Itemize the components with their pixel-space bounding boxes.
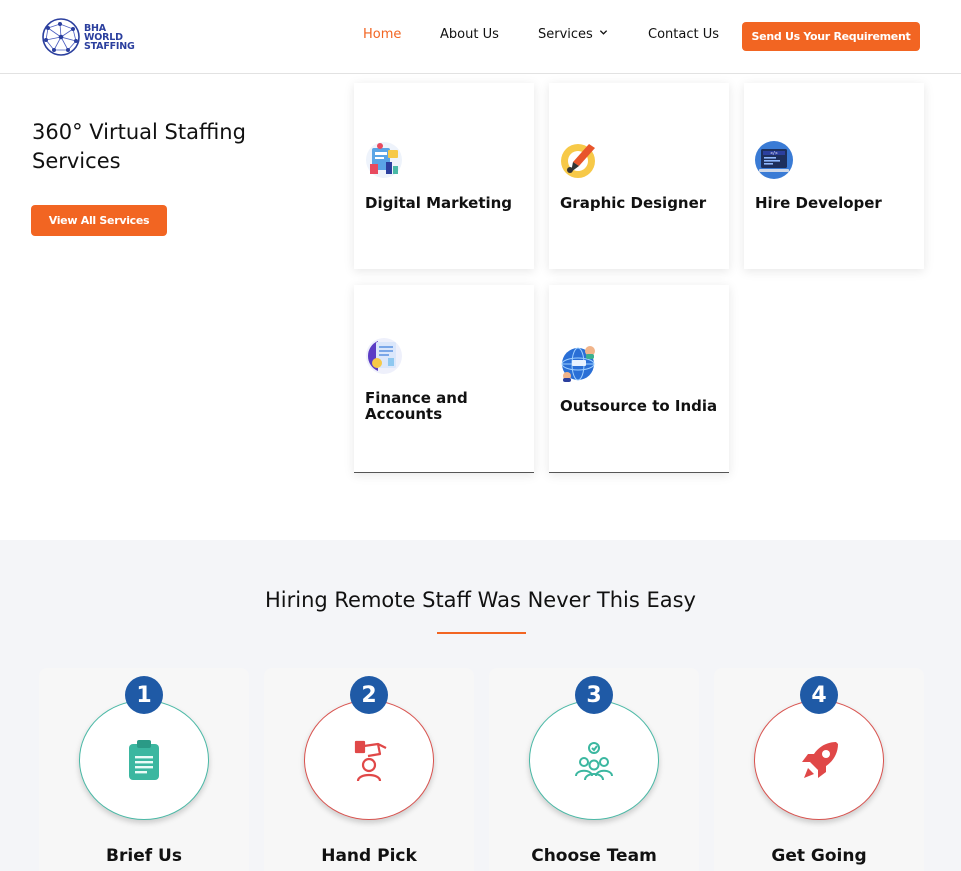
service-card-label: Outsource to India — [560, 397, 718, 415]
service-card-label: Hire Developer — [755, 194, 882, 212]
hand-pick-icon — [354, 740, 387, 782]
svg-text:</>: </> — [770, 151, 778, 156]
team-icon — [575, 742, 613, 781]
hire-developer-icon: </> — [755, 141, 793, 179]
services-heading: 360° Virtual Staffing Services — [32, 120, 246, 173]
view-all-services-button[interactable]: View All Services — [31, 205, 167, 236]
clipboard-icon — [129, 740, 159, 780]
step-card-hand-pick: 2 Hand Pick — [264, 668, 474, 871]
step-card-get-going: 4 Get Going — [714, 668, 924, 871]
service-card-outsource-india[interactable]: Outsource to India — [549, 285, 729, 473]
nav-contact[interactable]: Contact Us — [648, 27, 719, 42]
heading-underline — [437, 632, 526, 634]
graphic-designer-icon — [561, 144, 595, 178]
step-number: 4 — [800, 676, 838, 714]
step-label: Hand Pick — [321, 846, 417, 866]
service-card-label: Digital Marketing — [365, 194, 513, 212]
nav-home[interactable]: Home — [363, 27, 401, 42]
nav-services[interactable]: Services — [538, 27, 608, 42]
finance-accounts-icon — [366, 338, 402, 374]
step-number: 1 — [125, 676, 163, 714]
step-label: Brief Us — [106, 846, 182, 866]
send-requirement-button[interactable]: Send Us Your Requirement — [742, 22, 920, 51]
outsource-india-icon — [561, 346, 595, 382]
service-card-label: Graphic Designer — [560, 194, 707, 212]
digital-marketing-icon — [366, 142, 402, 178]
rocket-icon — [802, 742, 838, 778]
service-card-digital-marketing[interactable]: Digital Marketing — [354, 83, 534, 269]
step-label: Choose Team — [531, 846, 657, 866]
service-card-hire-developer[interactable]: </> Hire Developer — [744, 83, 924, 269]
step-label: Get Going — [771, 846, 867, 866]
chevron-down-icon — [599, 30, 607, 35]
step-number: 2 — [350, 676, 388, 714]
site-header: BHA WORLD STAFFING Home About Us Service… — [0, 0, 961, 74]
step-number: 3 — [575, 676, 613, 714]
step-card-choose-team: 3 Choose Team — [489, 668, 699, 871]
service-card-label: Finance and Accounts — [365, 389, 468, 423]
step-card-brief-us: 1 Brief Us — [39, 668, 249, 871]
nav-services-label: Services — [538, 27, 593, 42]
service-card-finance-accounts[interactable]: Finance and Accounts — [354, 285, 534, 473]
nav-about[interactable]: About Us — [440, 27, 499, 42]
process-heading: Hiring Remote Staff Was Never This Easy — [265, 588, 696, 612]
service-card-graphic-designer[interactable]: Graphic Designer — [549, 83, 729, 269]
